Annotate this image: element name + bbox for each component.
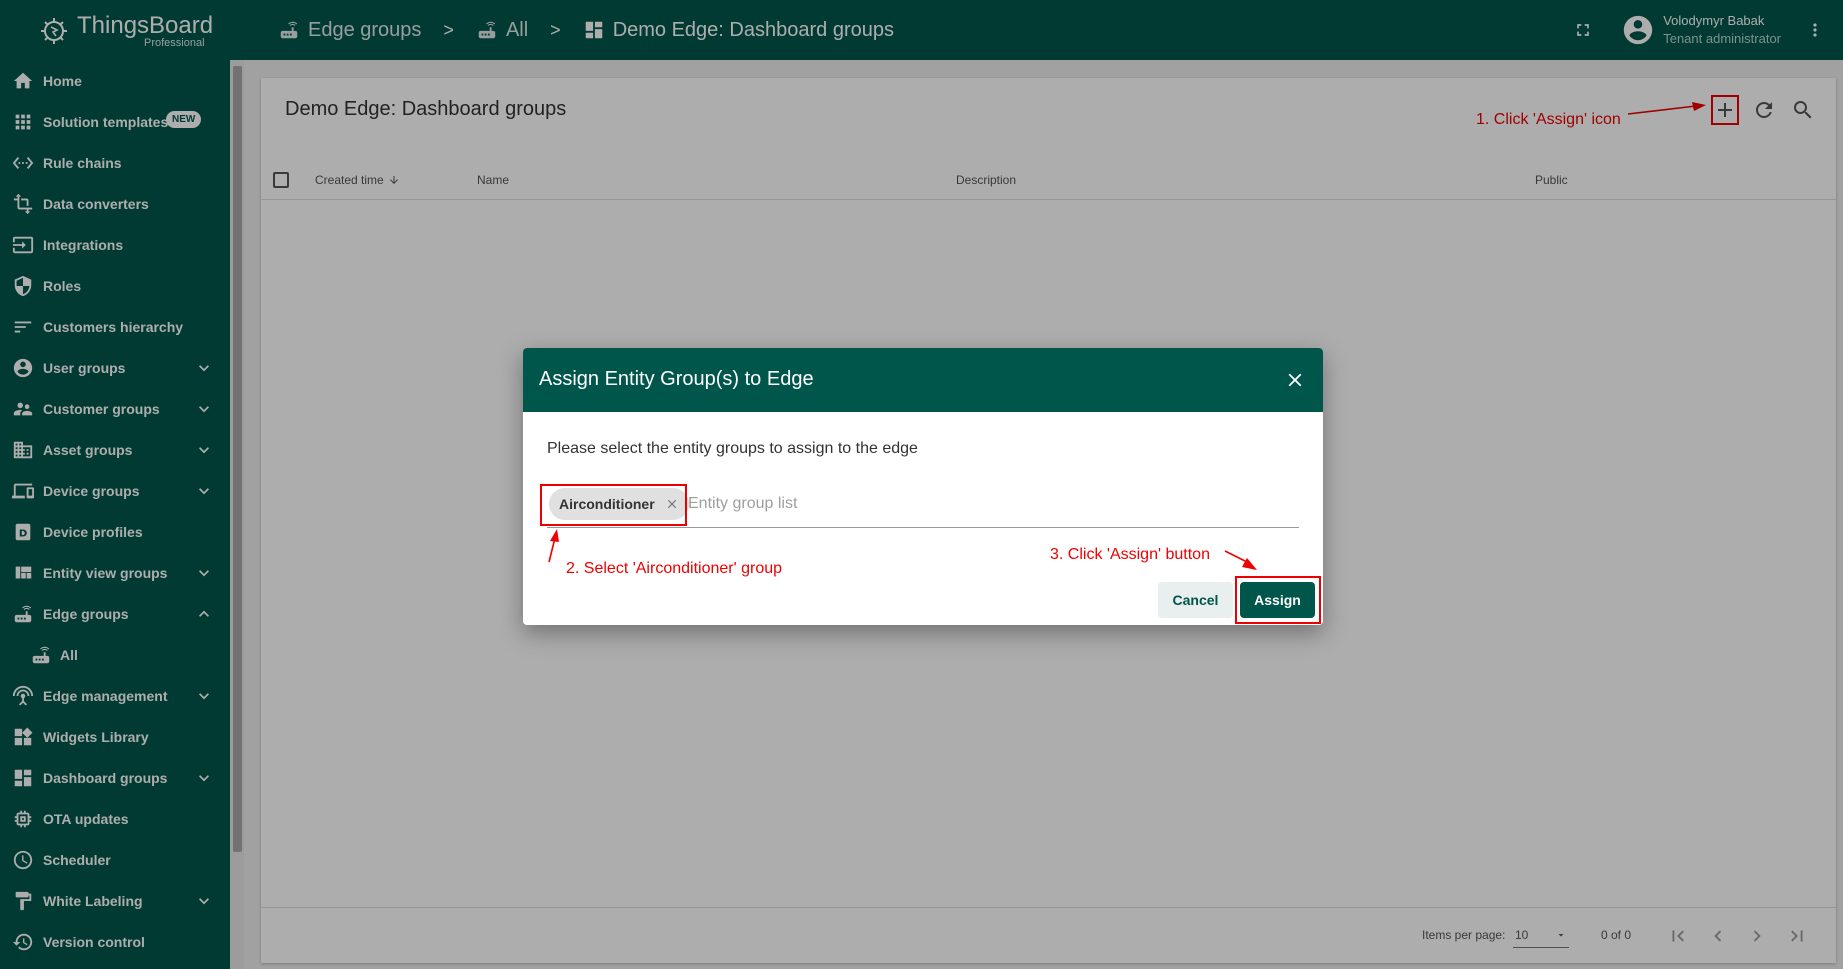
- chip-highlight: [540, 484, 687, 526]
- dialog-title: Assign Entity Group(s) to Edge: [539, 368, 814, 390]
- annotation-arrow-3: [1224, 550, 1257, 570]
- annotation-step-2: 2. Select 'Airconditioner' group: [566, 560, 783, 577]
- dialog-prompt: Please select the entity groups to assig…: [547, 440, 918, 457]
- annotation-step-3: 3. Click 'Assign' button: [1050, 546, 1210, 563]
- annotation-arrow-2: [548, 529, 559, 563]
- assign-entity-groups-dialog: Assign Entity Group(s) to Edge Please se…: [523, 348, 1323, 625]
- entity-group-search-input[interactable]: [688, 491, 1248, 517]
- cancel-button[interactable]: Cancel: [1158, 582, 1233, 618]
- close-icon: [1288, 373, 1302, 387]
- assign-button-highlight: [1235, 576, 1321, 624]
- dialog-close-button[interactable]: [1283, 368, 1307, 392]
- dialog-header: Assign Entity Group(s) to Edge: [523, 348, 1323, 412]
